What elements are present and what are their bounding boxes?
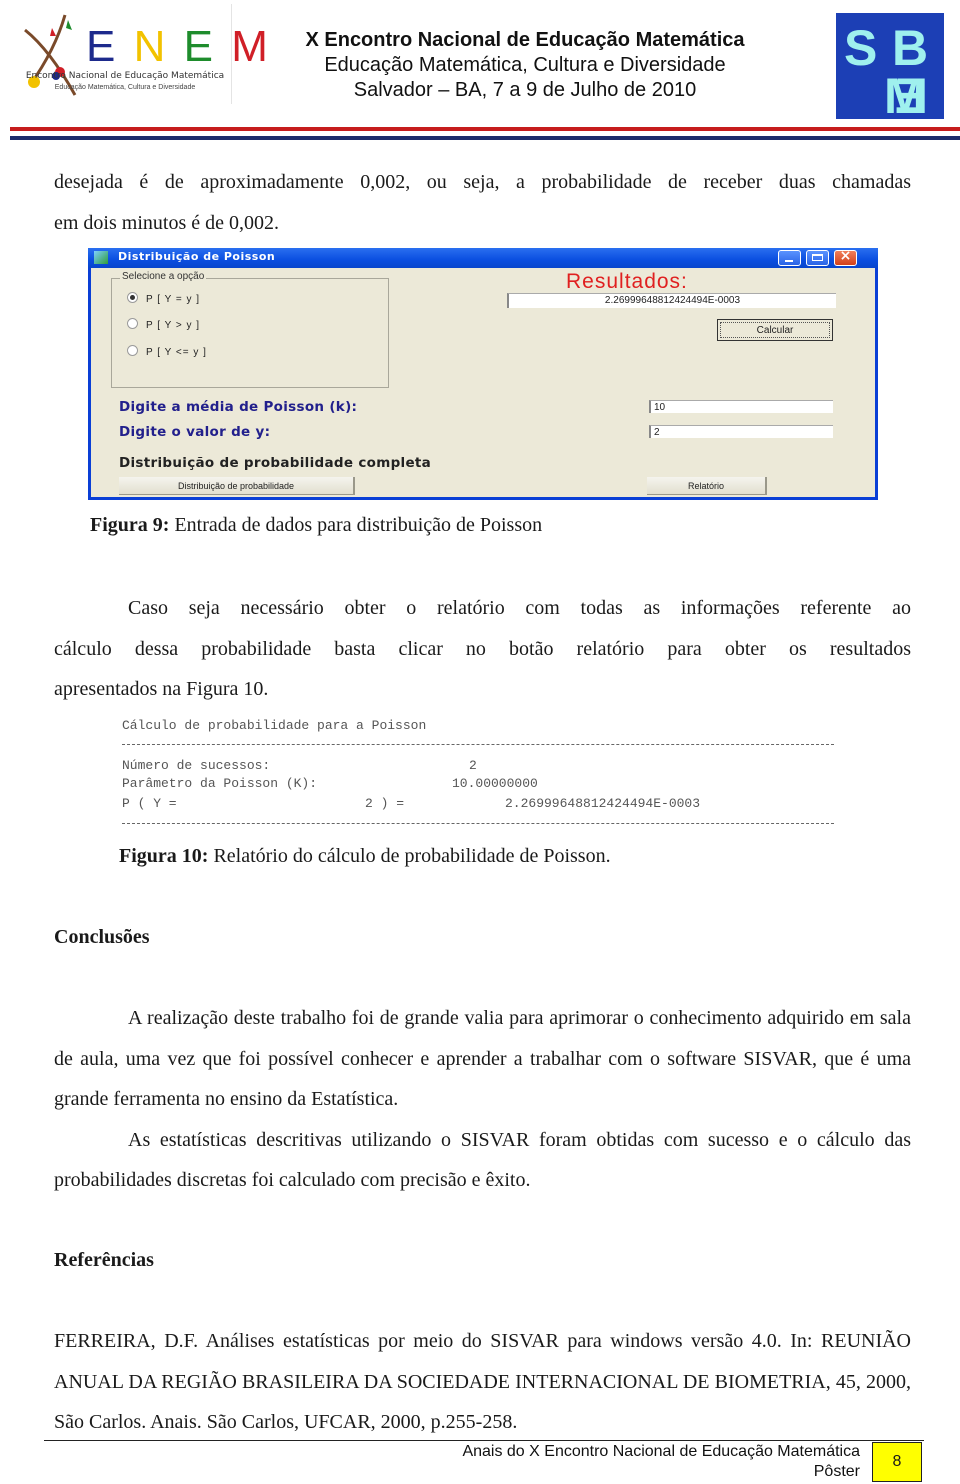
close-button[interactable]: × [834, 248, 857, 266]
report-parameter-value: 10.00000000 [452, 776, 538, 791]
report-prob-value: 2.26999648812424494E-0003 [505, 796, 701, 811]
window-titlebar[interactable]: Distribuição de Poisson × [88, 248, 878, 268]
y-value-input[interactable]: 2 [649, 425, 833, 438]
report-line-3: apresentados na Figura 10. [54, 678, 269, 700]
radio-label: P [ Y > y ] [146, 320, 201, 331]
enem-letter-e1: E [86, 22, 119, 71]
references-heading: Referências [54, 1249, 154, 1271]
report-prob-label: P ( Y = [122, 796, 177, 811]
intro-line-2: em dois minutos é de 0,002. [54, 211, 279, 234]
report-successes-value: 2 [469, 758, 477, 773]
figure-10-caption-label: Figura 10: [119, 845, 209, 867]
report-button[interactable]: Relatório [647, 477, 767, 495]
window-title: Distribuição de Poisson [118, 250, 276, 263]
sbem-logo: S B E M [836, 13, 944, 124]
conference-header: X Encontro Nacional de Educação Matemáti… [250, 28, 800, 103]
conference-theme: Educação Matemática, Cultura e Diversida… [324, 54, 726, 76]
report-divider-bottom [122, 823, 834, 824]
report-prob-mid: 2 ) = [365, 796, 405, 811]
results-label: Resultados: [566, 270, 688, 293]
header-rule-red [10, 127, 960, 131]
report-paragraph: Caso seja necessário obter o relatório c… [54, 588, 911, 710]
svg-text:M: M [884, 68, 926, 119]
app-icon [94, 251, 108, 264]
enem-wordmark: E N E M [86, 22, 271, 72]
radio-option-less-equal[interactable]: P [ Y <= y ] [127, 345, 207, 358]
distribution-label: Distribuição de probabilidade completa [119, 455, 432, 471]
maximize-button[interactable] [806, 250, 829, 266]
report-line-1: Caso seja necessário obter o relatório c… [128, 597, 911, 619]
conclusions-paragraph-2: As estatísticas descritivas utilizando o… [54, 1128, 911, 1192]
footer-proceedings: Anais do X Encontro Nacional de Educação… [462, 1443, 860, 1460]
mean-input[interactable]: 10 [649, 400, 833, 413]
conclusions-body: A realização deste trabalho foi de grand… [54, 998, 911, 1201]
conclusions-heading: Conclusões [54, 926, 150, 948]
option-group-label: Selecione a opção [120, 271, 207, 282]
references-list: FERREIRA, D.F. Análises estatísticas por… [54, 1321, 911, 1443]
footer-rule [44, 1440, 924, 1441]
distribution-button[interactable]: Distribuição de probabilidade [119, 477, 355, 495]
svg-text:S: S [844, 20, 877, 76]
conference-location-date: Salvador – BA, 7 a 9 de Julho de 2010 [353, 79, 697, 101]
radio-unselected-icon[interactable] [127, 345, 138, 356]
calculate-button[interactable]: Calcular [717, 319, 833, 341]
footer-category: Pôster [813, 1463, 860, 1480]
radio-unselected-icon[interactable] [127, 318, 138, 329]
footer-text: Anais do X Encontro Nacional de Educação… [360, 1442, 860, 1482]
page-number-badge: 8 [872, 1442, 922, 1482]
conclusions-paragraph-1: A realização deste trabalho foi de grand… [54, 1007, 911, 1110]
header-separator [231, 4, 232, 104]
figure-9-caption-label: Figura 9: [90, 514, 170, 536]
sbem-logo-icon: S B E M [844, 20, 928, 124]
enem-subtitle: Encontro Nacional de Educação Matemática [25, 71, 225, 81]
poisson-window: Distribuição de Poisson × Selecione a op… [88, 248, 878, 500]
figure-10-caption: Figura 10: Relatório do cálculo de proba… [119, 845, 611, 868]
mean-label: Digite a média de Poisson (k): [119, 399, 358, 415]
figure-9-caption-text: Entrada de dados para distribuição de Po… [169, 514, 543, 536]
header-rule-blue [10, 136, 960, 140]
close-icon: × [839, 248, 852, 264]
radio-label: P [ Y = y ] [146, 294, 201, 305]
radio-selected-icon[interactable] [127, 292, 138, 303]
report-parameter-label: Parâmetro da Poisson (K): [122, 776, 318, 791]
enem-letter-e2: E [183, 22, 216, 71]
report-line-2: cálculo dessa probabilidade basta clicar… [54, 637, 911, 660]
report-successes-label: Número de sucessos: [122, 758, 271, 773]
report-divider-top [122, 744, 834, 745]
minimize-button[interactable] [778, 250, 801, 266]
radio-option-greater[interactable]: P [ Y > y ] [127, 318, 200, 331]
figure-9-caption: Figura 9: Entrada de dados para distribu… [90, 514, 542, 537]
radio-option-equal[interactable]: P [ Y = y ] [127, 292, 200, 305]
report-title: Cálculo de probabilidade para a Poisson [122, 718, 427, 733]
result-output-field[interactable]: 2.26999648812424494E-0003 [507, 293, 836, 308]
conference-title: X Encontro Nacional de Educação Matemáti… [305, 29, 745, 51]
figure-10-caption-text: Relatório do cálculo de probabilidade de… [208, 845, 611, 867]
intro-paragraph: desejada é de aproximadamente 0,002, ou … [54, 162, 911, 243]
y-value-label: Digite o valor de y: [119, 424, 271, 440]
intro-line-1: desejada é de aproximadamente 0,002, ou … [54, 171, 911, 193]
enem-letter-n: N [133, 22, 169, 71]
radio-label: P [ Y <= y ] [146, 347, 207, 358]
enem-tagline: Educação Matemática, Cultura e Diversida… [54, 84, 196, 91]
reference-item: FERREIRA, D.F. Análises estatísticas por… [54, 1330, 911, 1433]
